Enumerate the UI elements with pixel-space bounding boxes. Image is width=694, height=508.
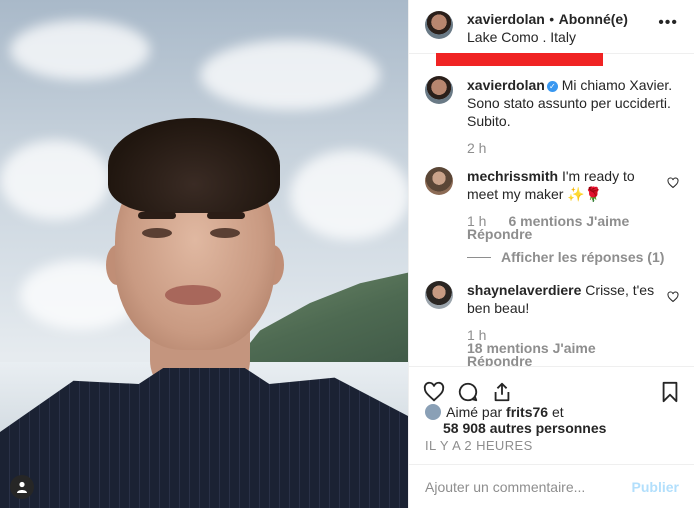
comment-username[interactable]: shaynelaverdiere (467, 282, 581, 298)
liker-username[interactable]: frits76 (506, 404, 548, 420)
comment-username[interactable]: mechrissmith (467, 168, 558, 184)
likes-others-count[interactable]: 58 908 autres personnes (443, 420, 606, 436)
hair (108, 118, 280, 213)
liker-avatar (425, 404, 441, 420)
avatar[interactable] (425, 76, 453, 104)
person-icon (17, 481, 27, 493)
cloud (0, 140, 110, 220)
action-bar (409, 366, 694, 408)
comment-item: mechrissmith I'm ready to meet my maker … (425, 167, 679, 241)
post-side-panel: xavierdolan • Abonné(e) Lake Como . Ital… (408, 0, 694, 508)
comment-item: shaynelaverdiere Crisse, t'es ben beau! … (425, 281, 679, 366)
reply-button[interactable]: Répondre (467, 227, 667, 241)
caption-username[interactable]: xavierdolan (467, 77, 545, 93)
cloud (290, 150, 408, 240)
more-options-icon[interactable]: ••• (658, 14, 678, 32)
caption: xavierdolan ✓ Mi chiamo Xavier. Sono stat… (425, 76, 679, 155)
like-comment-heart-icon[interactable] (667, 177, 679, 189)
tagged-users-button[interactable] (10, 475, 34, 499)
cloud (200, 40, 380, 110)
cloud (10, 20, 150, 80)
caption-time[interactable]: 2 h (467, 141, 486, 155)
follow-status-button[interactable]: Abonné(e) (559, 11, 628, 27)
avatar[interactable] (425, 167, 453, 195)
post-timestamp[interactable]: IL Y A 2 HEURES (425, 438, 533, 453)
like-comment-heart-icon[interactable] (667, 291, 679, 303)
comment-input[interactable] (425, 478, 632, 495)
redaction-bar (436, 53, 603, 66)
avatar[interactable] (425, 281, 453, 309)
post-header: xavierdolan • Abonné(e) Lake Como . Ital… (409, 0, 694, 66)
add-comment-bar: Publier (409, 464, 694, 508)
bookmark-icon[interactable] (659, 381, 681, 403)
view-replies-button[interactable]: Afficher les réponses (1) (467, 249, 679, 265)
like-heart-icon[interactable] (423, 381, 445, 403)
publish-button[interactable]: Publier (632, 479, 679, 495)
post-photo[interactable] (0, 0, 408, 508)
eyebrow (138, 212, 176, 219)
author-username[interactable]: xavierdolan (467, 11, 545, 27)
share-upload-icon[interactable] (491, 381, 513, 403)
separator-dot: • (549, 11, 555, 27)
likes-conj: et (551, 404, 564, 420)
eye (210, 228, 240, 238)
likes-summary: Aimé par frits76 et 58 908 autres person… (425, 404, 681, 436)
eye (142, 228, 172, 238)
avatar[interactable] (425, 11, 453, 39)
comments-list[interactable]: xavierdolan ✓ Mi chiamo Xavier. Sono stat… (409, 66, 694, 366)
lips (165, 285, 221, 305)
reply-button[interactable]: Répondre (467, 354, 667, 366)
likes-prefix: Aimé par (446, 404, 503, 420)
replies-line (467, 256, 491, 258)
view-replies-label: Afficher les réponses (1) (501, 249, 665, 265)
location-link[interactable]: Lake Como . Italy (467, 29, 628, 45)
verified-badge-icon: ✓ (546, 81, 558, 92)
eyebrow (207, 212, 245, 219)
comment-bubble-icon[interactable] (457, 381, 479, 403)
